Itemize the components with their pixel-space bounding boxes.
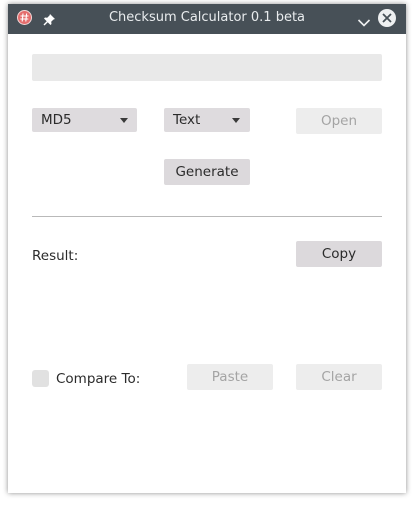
window-title: Checksum Calculator 0.1 beta	[108, 10, 306, 25]
checksum-input[interactable]	[32, 54, 382, 81]
dropdown-arrow-icon	[120, 118, 128, 123]
algorithm-dropdown[interactable]: MD5	[32, 108, 137, 132]
clear-button[interactable]: Clear	[296, 364, 382, 390]
chevron-down-icon[interactable]	[357, 13, 371, 32]
close-button[interactable]	[378, 9, 396, 27]
paste-button[interactable]: Paste	[187, 364, 273, 390]
compare-checkbox[interactable]	[32, 370, 49, 387]
main-panel: MD5 Text Open Generate Result: Copy Comp…	[8, 34, 406, 493]
divider	[32, 216, 382, 217]
dropdown-arrow-icon	[232, 118, 240, 123]
compare-label: Compare To:	[56, 371, 141, 387]
title-bar[interactable]: Checksum Calculator 0.1 beta	[8, 4, 406, 34]
result-label: Result:	[32, 248, 79, 264]
copy-button[interactable]: Copy	[296, 241, 382, 267]
input-type-dropdown[interactable]: Text	[164, 108, 250, 132]
input-type-selected: Text	[173, 112, 201, 128]
app-window: Checksum Calculator 0.1 beta MD5 Text Op…	[8, 4, 406, 493]
generate-button[interactable]: Generate	[164, 159, 250, 185]
open-button[interactable]: Open	[296, 108, 382, 134]
algorithm-selected: MD5	[41, 112, 72, 128]
close-icon	[382, 13, 392, 23]
